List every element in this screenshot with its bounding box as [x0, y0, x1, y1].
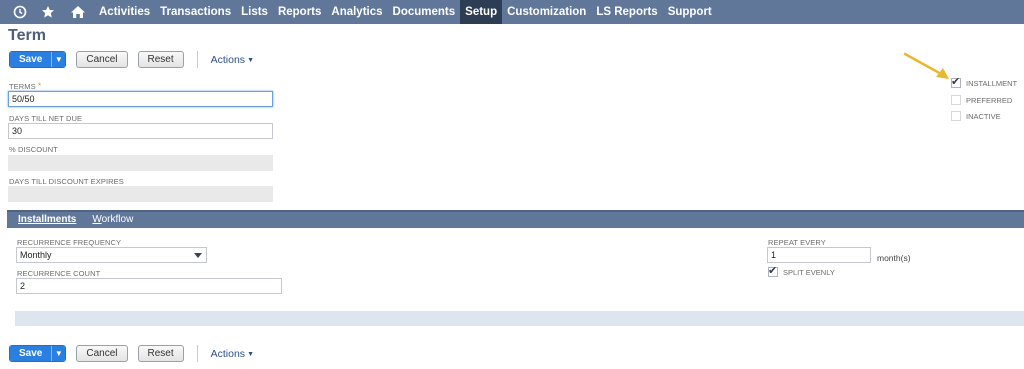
inactive-label: INACTIVE	[966, 111, 1001, 121]
subtab-bar: Installments Workflow	[7, 210, 1024, 228]
bottom-save-button[interactable]: Save ▼	[9, 345, 67, 362]
split-evenly-label: SPLIT EVENLY	[783, 267, 835, 277]
actions-menu[interactable]: Actions ▼	[211, 54, 254, 66]
bottom-toolbar: Save ▼ Cancel Reset Actions ▼	[9, 345, 254, 362]
recurrence-count-label: RECURRENCE COUNT	[17, 269, 101, 278]
recent-icon[interactable]	[0, 0, 34, 24]
nav-reports[interactable]: Reports	[273, 0, 326, 24]
nav-lists[interactable]: Lists	[236, 0, 273, 24]
split-evenly-checkbox[interactable]: ✔	[768, 265, 778, 277]
checkmark-icon: ✔	[768, 265, 778, 277]
bottom-save-button-label[interactable]: Save	[10, 346, 52, 361]
save-menu-caret-icon[interactable]: ▼	[51, 52, 66, 67]
discount-label: % DISCOUNT	[9, 145, 58, 154]
bottom-reset-button[interactable]: Reset	[137, 345, 184, 362]
save-button-label[interactable]: Save	[10, 52, 52, 67]
tab-workflow-accesskey: W	[92, 214, 102, 225]
preferred-checkbox[interactable]	[951, 95, 961, 105]
tab-installments[interactable]: Installments	[10, 212, 84, 228]
top-toolbar: Save ▼ Cancel Reset Actions ▼	[9, 51, 254, 68]
star-icon[interactable]	[34, 0, 62, 24]
terms-label-text: TERMS	[9, 82, 36, 91]
nav-activities[interactable]: Activities	[94, 0, 155, 24]
preferred-label: PREFERRED	[966, 95, 1013, 105]
toolbar-divider	[196, 51, 198, 68]
required-mark: *	[37, 81, 42, 91]
split-evenly-checkbox-row[interactable]: ✔ SPLIT EVENLY	[768, 265, 835, 277]
tab-workflow-rest: orkflow	[101, 214, 134, 225]
bottom-save-menu-caret-icon[interactable]: ▼	[51, 346, 66, 361]
bottom-actions-caret-icon: ▼	[247, 350, 254, 358]
bottom-cancel-button[interactable]: Cancel	[76, 345, 128, 362]
inactive-checkbox-row[interactable]: INACTIVE	[951, 111, 1001, 121]
installment-label: INSTALLMENT	[966, 78, 1018, 88]
recurrence-frequency-value: Monthly	[20, 250, 52, 260]
nav-support[interactable]: Support	[663, 0, 717, 24]
installment-checkbox[interactable]: ✔	[951, 76, 961, 88]
save-button[interactable]: Save ▼	[9, 51, 67, 68]
checkmark-icon: ✔	[951, 76, 961, 88]
hint-arrow-icon	[903, 52, 949, 79]
reset-button[interactable]: Reset	[137, 51, 184, 68]
days-till-net-due-input[interactable]: 30	[8, 123, 273, 139]
terms-input[interactable]: 50/50	[8, 91, 273, 107]
nav-setup[interactable]: Setup	[460, 0, 503, 24]
bottom-toolbar-divider	[196, 345, 198, 362]
repeat-every-unit: month(s)	[877, 253, 911, 263]
repeat-every-label: REPEAT EVERY	[768, 238, 826, 247]
days-till-discount-expires-input	[8, 186, 273, 202]
nav-analytics[interactable]: Analytics	[326, 0, 387, 24]
repeat-every-input[interactable]: 1	[767, 247, 871, 263]
actions-caret-icon: ▼	[247, 56, 254, 64]
discount-input	[8, 155, 273, 171]
bottom-actions-menu[interactable]: Actions ▼	[211, 348, 254, 360]
preferred-checkbox-row[interactable]: PREFERRED	[951, 95, 1012, 105]
nav-transactions[interactable]: Transactions	[155, 0, 236, 24]
recurrence-count-input[interactable]: 2	[16, 278, 282, 294]
home-icon[interactable]	[62, 0, 94, 24]
installment-checkbox-row[interactable]: ✔ INSTALLMENT	[951, 76, 1018, 88]
subtab-footer-bar	[15, 311, 1024, 326]
days-till-discount-expires-label: DAYS TILL DISCOUNT EXPIRES	[9, 177, 124, 186]
days-till-net-due-label: DAYS TILL NET DUE	[9, 114, 83, 123]
terms-label: TERMS *	[9, 81, 41, 91]
top-nav: Activities Transactions Lists Reports An…	[0, 0, 1024, 24]
tab-workflow[interactable]: Workflow	[84, 212, 141, 228]
dropdown-chevron-icon	[194, 253, 202, 258]
page-title: Term	[8, 27, 46, 44]
recurrence-frequency-label: RECURRENCE FREQUENCY	[17, 238, 122, 247]
nav-ls-reports[interactable]: LS Reports	[591, 0, 662, 24]
recurrence-frequency-select[interactable]: Monthly	[16, 247, 207, 263]
nav-documents[interactable]: Documents	[388, 0, 461, 24]
nav-customization[interactable]: Customization	[502, 0, 591, 24]
actions-label[interactable]: Actions	[211, 54, 245, 66]
inactive-checkbox[interactable]	[951, 111, 961, 121]
cancel-button[interactable]: Cancel	[76, 51, 128, 68]
bottom-actions-label[interactable]: Actions	[211, 348, 245, 360]
